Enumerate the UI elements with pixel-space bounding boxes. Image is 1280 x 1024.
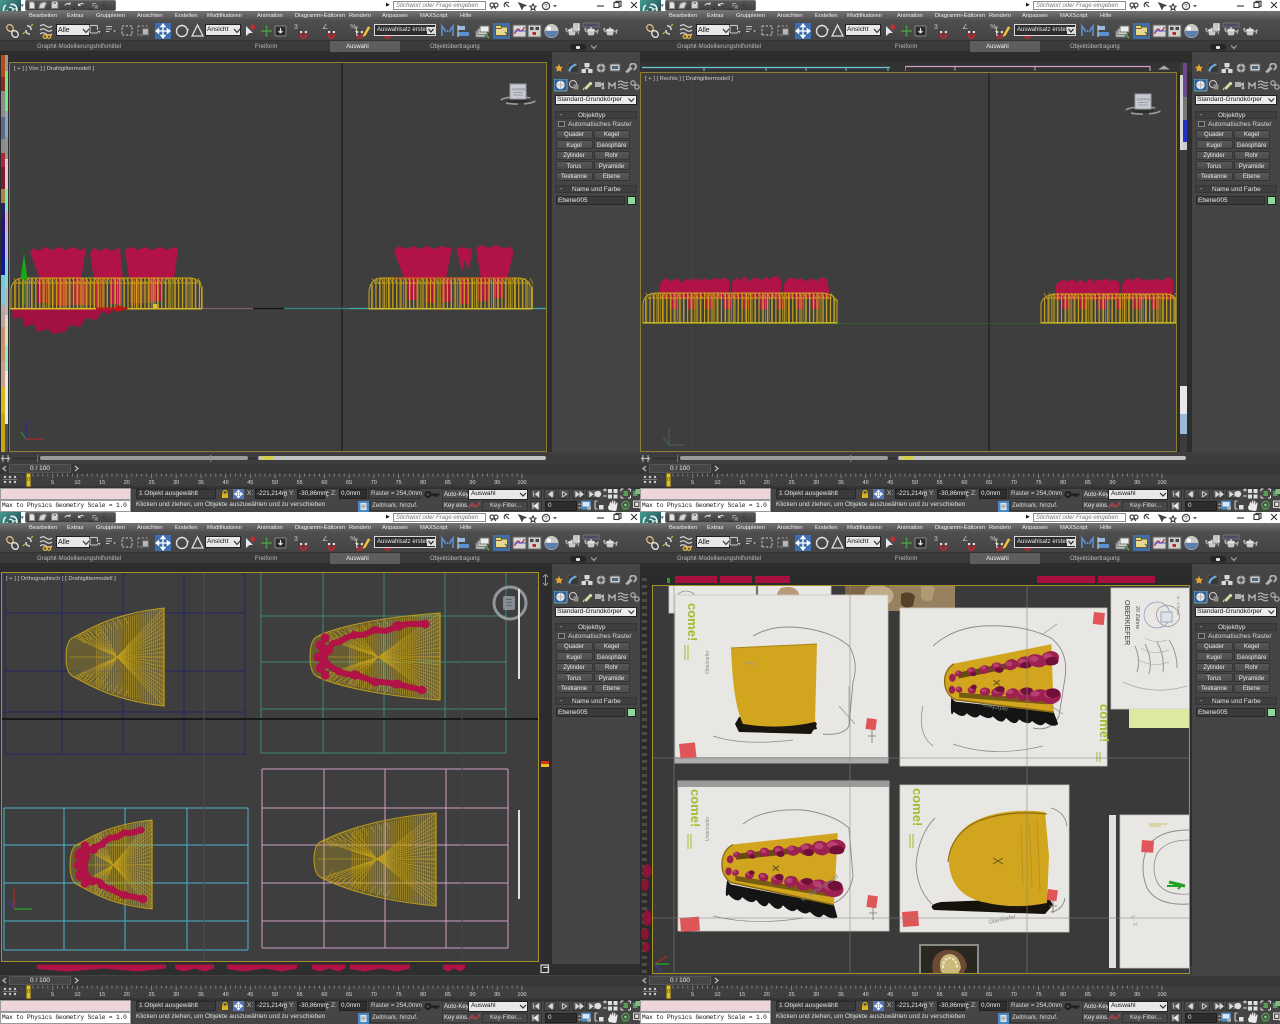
svg-text:?: ? [544, 516, 548, 523]
svg-text:∠: ∠ [962, 535, 968, 543]
svg-text:{: { [355, 538, 359, 549]
svg-text:come!: come! [1097, 704, 1112, 742]
svg-text:Oberkiefer: Oberkiefer [705, 650, 711, 674]
svg-text:∠: ∠ [322, 535, 328, 543]
svg-text:N - 6 Schn.: N - 6 Schn. [1176, 596, 1181, 616]
svg-text:come!: come! [910, 788, 925, 826]
svg-text:?: ? [544, 4, 548, 11]
svg-text:Unterkiefer: Unterkiefer [705, 816, 711, 841]
svg-text:{: { [355, 26, 359, 37]
svg-text:3: 3 [294, 536, 298, 543]
svg-text:OBERKIEFER: OBERKIEFER [1123, 600, 1130, 645]
svg-text:∠: ∠ [962, 23, 968, 31]
svg-text:?: ? [1184, 516, 1188, 523]
svg-text:3: 3 [934, 536, 938, 543]
svg-text:come!: come! [685, 603, 700, 641]
svg-text:{: { [995, 26, 999, 37]
svg-text:∠: ∠ [322, 23, 328, 31]
svg-text:20 Zähne: 20 Zähne [1134, 606, 1140, 629]
svg-text:VORNE: VORNE [512, 87, 527, 92]
svg-text:VORNE: VORNE [1137, 97, 1152, 102]
svg-text:3: 3 [294, 24, 298, 31]
svg-text:come!: come! [688, 789, 703, 827]
svg-text:3: 3 [934, 24, 938, 31]
svg-text:?: ? [1184, 4, 1188, 11]
svg-text:{: { [995, 538, 999, 549]
